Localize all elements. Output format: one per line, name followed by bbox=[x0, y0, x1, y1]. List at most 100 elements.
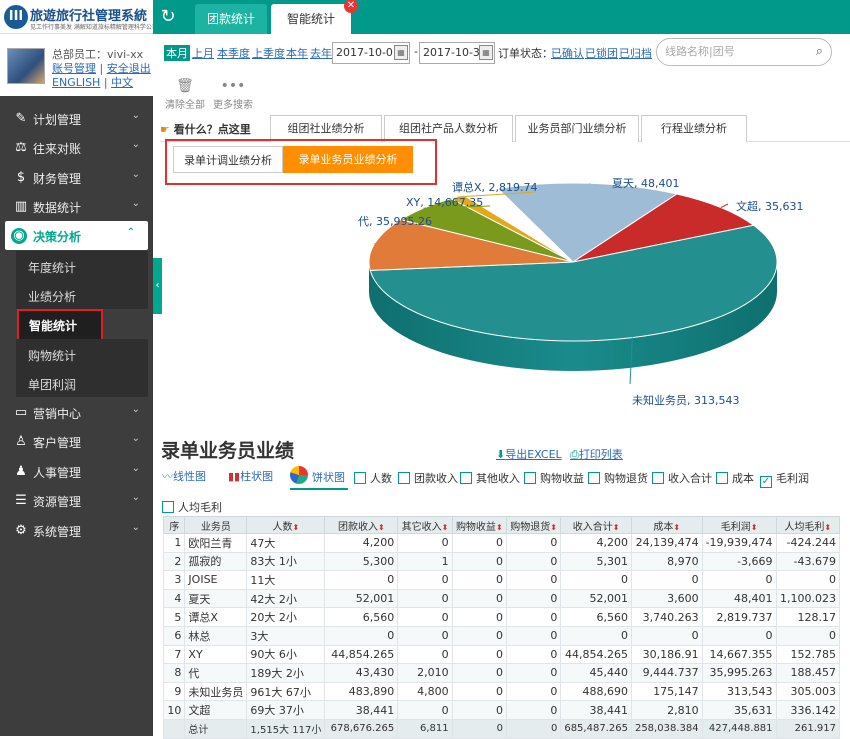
bar-chart-button[interactable]: ▮▮柱状图 bbox=[228, 468, 273, 484]
column-header[interactable]: 团款收入⬍ bbox=[324, 516, 399, 534]
clear-all-button[interactable]: 🗑 清除全部 bbox=[165, 78, 205, 111]
subnav-shopping[interactable]: 购物统计 bbox=[16, 339, 148, 368]
toggle-shopping-return[interactable]: 购物退货 bbox=[588, 470, 648, 486]
refresh-icon[interactable]: ↻ bbox=[156, 5, 180, 29]
nav-item-resource[interactable]: ☰ 资源管理 ⌄ bbox=[0, 486, 153, 515]
sort-icon[interactable]: ⬍ bbox=[613, 523, 620, 532]
column-header: 业务员 bbox=[184, 516, 248, 534]
nav-item-stats[interactable]: ▥ 数据统计 ⌄ bbox=[0, 192, 153, 221]
column-header[interactable]: 购物收益⬍ bbox=[451, 516, 507, 534]
column-header[interactable]: 其它收入⬍ bbox=[397, 516, 453, 534]
tab-itinerary-performance[interactable]: 行程业绩分析 bbox=[641, 115, 747, 142]
tab-agency-performance[interactable]: 组团社业绩分析 bbox=[270, 115, 382, 142]
column-header[interactable]: 人数⬍ bbox=[246, 516, 326, 534]
calendar-icon[interactable]: ▦ bbox=[479, 45, 493, 60]
subnav-smart-stats[interactable]: 智能统计 bbox=[17, 309, 103, 342]
period-last-quarter[interactable]: 上季度 bbox=[252, 45, 285, 61]
sort-icon[interactable]: ⬍ bbox=[673, 523, 680, 532]
column-header[interactable]: 毛利润⬍ bbox=[701, 516, 777, 534]
tab-team-payment[interactable]: 团款统计 bbox=[195, 4, 267, 34]
pie-label: XY, 14,667.35 bbox=[406, 196, 483, 209]
table-cell: 2,819.737 bbox=[701, 607, 777, 627]
more-search-button[interactable]: ••• 更多搜索 bbox=[213, 78, 253, 111]
period-last-month[interactable]: 上月 bbox=[192, 45, 214, 61]
sidebar-collapse-button[interactable]: ‹ bbox=[153, 258, 162, 314]
close-icon[interactable]: ✕ bbox=[344, 0, 358, 13]
sort-icon[interactable]: ⬍ bbox=[751, 523, 758, 532]
status-archived[interactable]: 已归档 bbox=[619, 45, 652, 61]
tab-agency-product-count[interactable]: 组团社产品人数分析 bbox=[384, 115, 513, 142]
checkbox[interactable] bbox=[162, 501, 174, 513]
download-icon: ⬇ bbox=[496, 448, 506, 461]
checkbox[interactable] bbox=[398, 472, 410, 484]
checkbox[interactable] bbox=[524, 472, 536, 484]
status-locked[interactable]: 已锁团 bbox=[585, 45, 618, 61]
toggle-gross-profit[interactable]: ✓ 毛利润 bbox=[760, 470, 809, 488]
subtab-operator-performance[interactable]: 录单计调业绩分析 bbox=[173, 146, 283, 173]
sort-icon[interactable]: ⬍ bbox=[550, 523, 557, 532]
status-confirmed[interactable]: 已确认 bbox=[551, 45, 584, 61]
checkbox[interactable] bbox=[652, 472, 664, 484]
section-title: 录单业务员业绩 bbox=[161, 440, 295, 462]
sort-icon[interactable]: ⬍ bbox=[293, 523, 300, 532]
tab-smart-stats[interactable]: 智能统计 ✕ bbox=[271, 0, 358, 34]
column-header[interactable]: 购物退货⬍ bbox=[505, 516, 562, 534]
checkbox[interactable] bbox=[716, 472, 728, 484]
table-cell: 0 bbox=[451, 681, 507, 702]
table-cell: 258,038.384 bbox=[630, 718, 703, 739]
sort-icon[interactable]: ⬍ bbox=[496, 523, 503, 532]
toggle-headcount[interactable]: 人数 bbox=[354, 470, 392, 486]
export-excel-link[interactable]: ⬇导出EXCEL bbox=[496, 446, 562, 462]
checkbox[interactable] bbox=[354, 472, 366, 484]
lang-zh-link[interactable]: 中文 bbox=[111, 76, 133, 89]
table-cell: 0 bbox=[630, 570, 703, 590]
sort-icon[interactable]: ⬍ bbox=[442, 523, 449, 532]
line-chart-button[interactable]: 〰线性图 bbox=[162, 468, 206, 484]
nav-item-plan[interactable]: ✎ 计划管理 ⌄ bbox=[0, 104, 153, 133]
checkbox[interactable] bbox=[460, 472, 472, 484]
column-header[interactable]: 成本⬍ bbox=[630, 516, 703, 534]
subtab-salesperson-performance[interactable]: 录单业务员业绩分析 bbox=[283, 146, 413, 173]
period-this-year[interactable]: 本年 bbox=[286, 45, 308, 61]
print-link[interactable]: ⎙打印列表 bbox=[570, 446, 623, 462]
subnav-profit[interactable]: 单团利润 bbox=[16, 368, 148, 397]
period-this-quarter[interactable]: 本季度 bbox=[217, 45, 250, 61]
checkbox-checked[interactable]: ✓ bbox=[760, 476, 772, 488]
column-header[interactable]: 人均毛利⬍ bbox=[775, 516, 841, 534]
sort-icon[interactable]: ⬍ bbox=[824, 523, 831, 532]
calendar-icon[interactable]: ▦ bbox=[394, 45, 408, 60]
nav-item-hr[interactable]: ♟ 人事管理 ⌄ bbox=[0, 457, 153, 486]
sort-icon[interactable]: ⬍ bbox=[378, 523, 385, 532]
toggle-cost[interactable]: 成本 bbox=[716, 470, 754, 486]
pie-chart-button[interactable]: 饼状图 bbox=[290, 466, 348, 490]
date-from-input[interactable]: 2017-10-01 ▦ bbox=[332, 42, 410, 64]
period-this-month[interactable]: 本月 bbox=[164, 45, 190, 61]
table-row: 6 林总 3大 0 0 0 0 0 0 0 0 bbox=[162, 625, 841, 646]
nav-item-decision[interactable]: ◉ 决策分析 ⌃ bbox=[5, 221, 148, 250]
nav-item-finance[interactable]: $ 财务管理 ⌄ bbox=[0, 163, 153, 192]
toggle-profit-per-person[interactable]: 人均毛利 bbox=[162, 499, 222, 515]
search-input[interactable]: 线路名称|团号 ⌕ bbox=[656, 38, 832, 66]
period-last-year[interactable]: 去年 bbox=[310, 45, 332, 61]
subnav-performance[interactable]: 业绩分析 bbox=[16, 280, 148, 309]
toggle-shopping-income[interactable]: 购物收益 bbox=[524, 470, 584, 486]
table-cell: 44,854.265 bbox=[560, 644, 632, 665]
search-icon[interactable]: ⌕ bbox=[816, 39, 823, 65]
date-to-input[interactable]: 2017-10-31 ▦ bbox=[419, 42, 495, 64]
toggle-tour-income[interactable]: 团款收入 bbox=[398, 470, 458, 486]
nav-item-reconcile[interactable]: ⚖ 往来对账 ⌄ bbox=[0, 133, 153, 162]
nav-item-marketing[interactable]: ▭ 营销中心 ⌄ bbox=[0, 398, 153, 427]
logo: III 旅遊旅行社管理系統 见工作行事美发 满解知道旅标精解管理科学公司 bbox=[0, 0, 158, 34]
nav-item-system[interactable]: ⚙ 系统管理 ⌄ bbox=[0, 516, 153, 545]
table-cell: 0 bbox=[324, 570, 399, 590]
table-cell: 林总 bbox=[184, 625, 248, 646]
subnav-annual[interactable]: 年度统计 bbox=[16, 251, 148, 280]
toggle-income-total[interactable]: 收入合计 bbox=[652, 470, 712, 486]
toggle-other-income[interactable]: 其他收入 bbox=[460, 470, 520, 486]
tab-sales-department[interactable]: 业务员部门业绩分析 bbox=[515, 115, 639, 142]
table-cell: 313,543 bbox=[701, 681, 777, 702]
column-header[interactable]: 收入合计⬍ bbox=[560, 516, 632, 534]
checkbox[interactable] bbox=[588, 472, 600, 484]
nav-item-customer[interactable]: ♙ 客户管理 ⌄ bbox=[0, 427, 153, 456]
lang-en-link[interactable]: ENGLISH bbox=[52, 76, 100, 89]
